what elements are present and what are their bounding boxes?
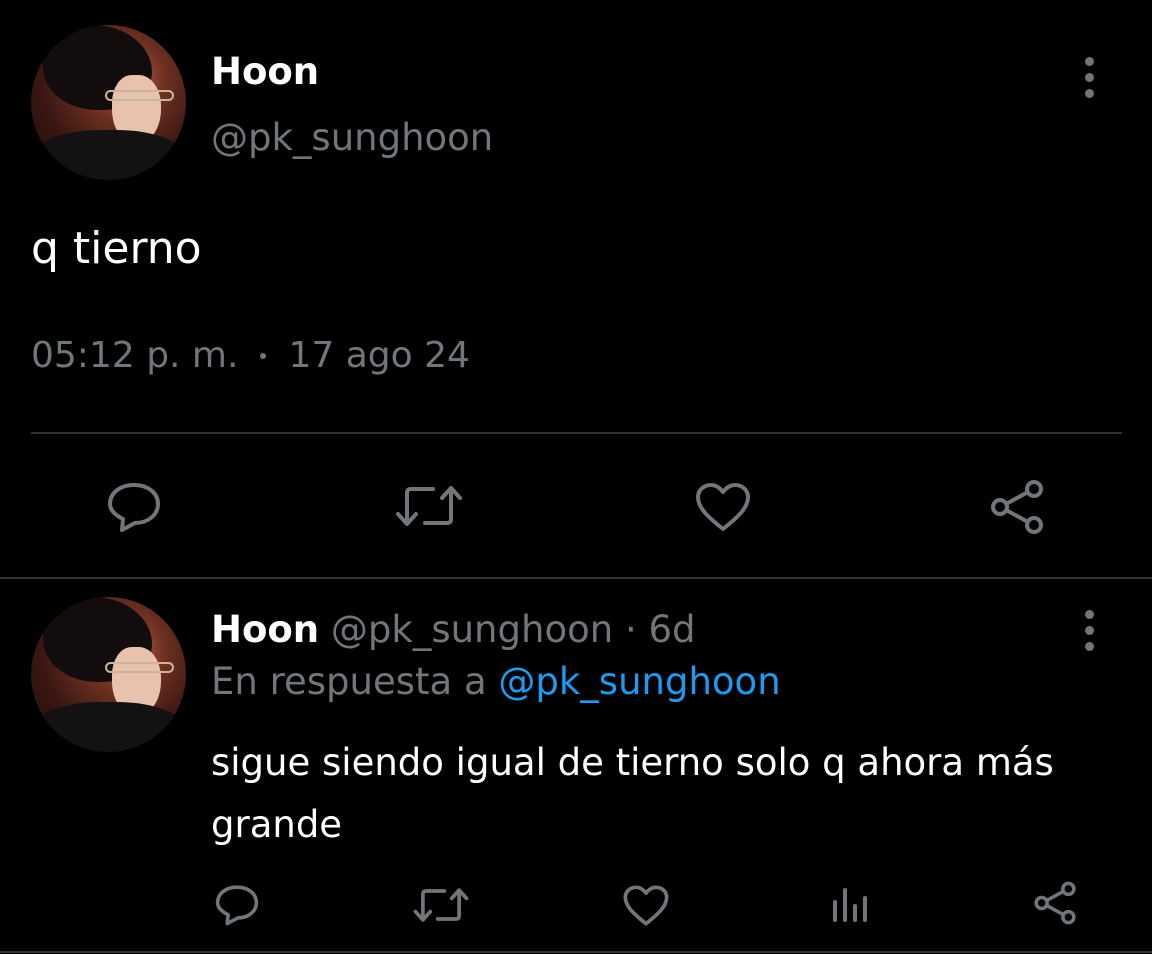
separator-dot (260, 352, 267, 359)
reply-age: 6d (648, 608, 696, 651)
tweet-timestamp[interactable]: 05:12 p. m. 17 ago 24 (31, 335, 470, 376)
reply-like-button[interactable] (622, 884, 670, 927)
share-icon (1034, 881, 1076, 925)
reply-text-line: sigue siendo igual de tierno solo q ahor… (211, 741, 1054, 784)
reply-icon (215, 885, 259, 926)
tweet-text: q tierno (31, 223, 202, 274)
more-vertical-icon (1084, 610, 1094, 619)
reply-icon (108, 483, 160, 532)
retweet-icon (413, 888, 469, 922)
retweet-button[interactable] (395, 483, 463, 529)
reply-button[interactable] (106, 481, 162, 533)
avatar[interactable] (31, 25, 186, 180)
reply-prefix: En respuesta a (211, 660, 487, 703)
reply-retweet-button[interactable] (413, 886, 469, 924)
tweet-date: 17 ago 24 (288, 335, 470, 376)
like-button[interactable] (694, 481, 752, 533)
reply-share-button[interactable] (1032, 881, 1078, 925)
author-name[interactable]: Hoon (211, 50, 319, 93)
reply-text: sigue siendo igual de tierno solo q ahor… (211, 732, 1054, 856)
share-icon (991, 480, 1043, 534)
reply-author-name[interactable]: Hoon (211, 608, 319, 651)
reply-separator: · (624, 608, 637, 651)
more-vertical-icon (1084, 57, 1094, 66)
share-button[interactable] (988, 479, 1046, 535)
reply-header: Hoon @pk_sunghoon · 6d (211, 608, 696, 651)
reply-reply-button[interactable] (214, 884, 260, 926)
divider (31, 432, 1122, 434)
tweet-time: 05:12 p. m. (31, 335, 239, 376)
reply-to-link[interactable]: @pk_sunghoon (498, 660, 780, 703)
more-options-button[interactable] (1083, 57, 1095, 98)
reply-context: En respuesta a @pk_sunghoon (211, 660, 781, 703)
heart-icon (623, 885, 669, 926)
retweet-icon (396, 486, 462, 526)
reply-views-button[interactable] (830, 884, 870, 924)
reply-more-options-button[interactable] (1083, 610, 1095, 651)
section-divider (0, 577, 1152, 579)
reply-text-line: grande (211, 803, 343, 846)
views-icon (833, 888, 867, 922)
heart-icon (696, 483, 750, 531)
author-handle[interactable]: @pk_sunghoon (211, 116, 493, 159)
bottom-divider (0, 951, 1152, 953)
reply-avatar[interactable] (31, 597, 186, 752)
reply-author-handle[interactable]: @pk_sunghoon (331, 608, 613, 651)
tweet-thread: Hoon @pk_sunghoon q tierno 05:12 p. m. 1… (0, 0, 1152, 954)
